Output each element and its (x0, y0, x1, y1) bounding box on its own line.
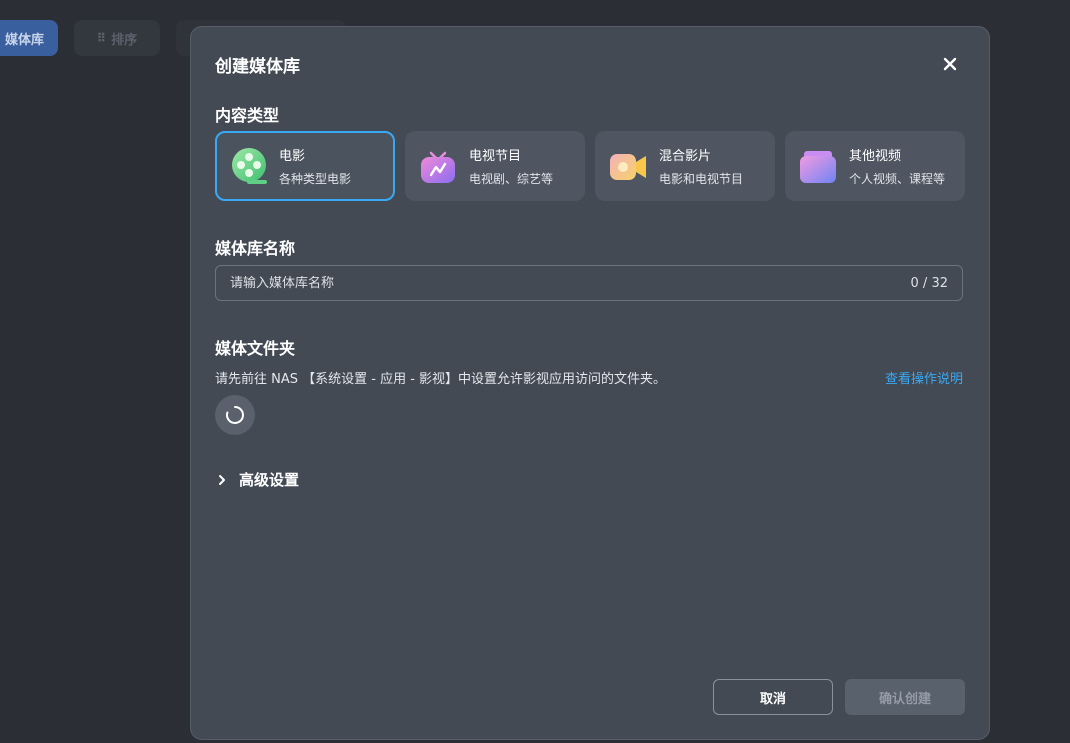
library-name-input[interactable] (230, 275, 911, 291)
card-description: 电视剧、综艺等 (469, 172, 554, 186)
media-folder-hint: 请先前往 NAS 【系统设置 - 应用 - 影视】中设置允许影视应用访问的文件夹… (215, 372, 667, 387)
card-title: 其他视频 (849, 149, 902, 164)
dialog-title: 创建媒体库 (215, 57, 300, 77)
loading-spinner (215, 395, 255, 435)
library-name-label: 媒体库名称 (215, 239, 296, 258)
close-icon (943, 57, 957, 71)
library-name-field[interactable]: 0 / 32 (215, 265, 963, 301)
sort-button: ⠿ 排序 (74, 20, 160, 56)
film-reel-icon (232, 148, 267, 184)
chevron-right-icon (219, 474, 225, 485)
spinner-icon (226, 406, 244, 424)
drag-handle-icon: ⠿ (96, 31, 106, 45)
sort-button-label: 排序 (111, 32, 138, 48)
card-title: 混合影片 (659, 149, 712, 164)
card-description: 个人视频、课程等 (849, 172, 946, 186)
advanced-settings-toggle[interactable]: 高级设置 (217, 469, 299, 490)
confirm-create-button[interactable]: 确认创建 (845, 679, 965, 715)
media-library-tab: 媒体库 (0, 20, 58, 56)
media-folder-label: 媒体文件夹 (215, 339, 296, 358)
close-button[interactable] (935, 49, 965, 79)
content-type-card-movie[interactable]: 电影 各种类型电影 (215, 131, 395, 201)
video-camera-icon (610, 154, 646, 180)
view-instructions-link[interactable]: 查看操作说明 (885, 368, 963, 387)
card-description: 电影和电视节目 (659, 172, 744, 186)
content-type-label: 内容类型 (215, 106, 280, 125)
cancel-button[interactable]: 取消 (713, 679, 833, 715)
card-title: 电视节目 (469, 149, 522, 164)
create-library-dialog: 创建媒体库 内容类型 电影 各种类型电影 电视节目 电视剧、综艺等 混合影片 电… (190, 26, 990, 740)
card-description: 各种类型电影 (279, 172, 352, 186)
content-type-card-mixed[interactable]: 混合影片 电影和电视节目 (595, 131, 775, 201)
character-counter: 0 / 32 (910, 275, 948, 291)
card-title: 电影 (279, 149, 306, 164)
content-type-options: 电影 各种类型电影 电视节目 电视剧、综艺等 混合影片 电影和电视节目 其他视频… (215, 131, 965, 201)
folder-icon (800, 151, 836, 183)
content-type-card-other[interactable]: 其他视频 个人视频、课程等 (785, 131, 965, 201)
tv-icon (421, 151, 455, 183)
content-type-card-tv[interactable]: 电视节目 电视剧、综艺等 (405, 131, 585, 201)
advanced-settings-label: 高级设置 (239, 471, 300, 489)
